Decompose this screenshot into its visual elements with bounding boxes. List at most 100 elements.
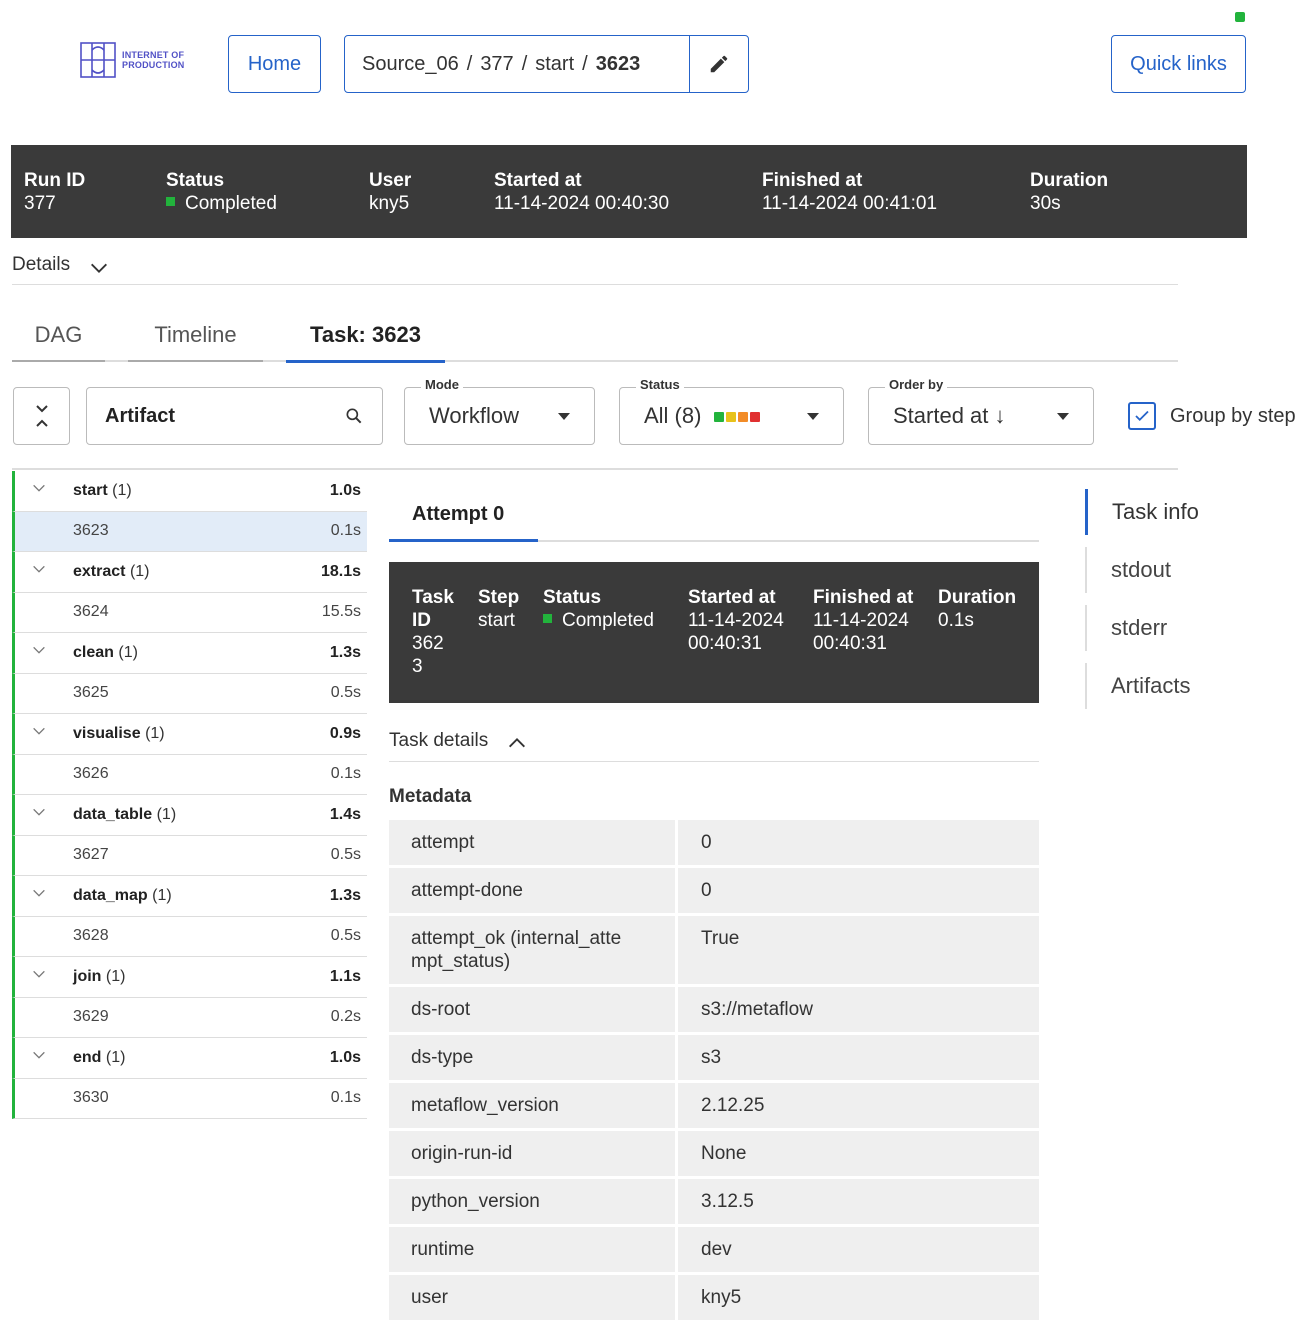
task-step-value: start	[478, 610, 515, 631]
step-row-join[interactable]: join (1) 1.1s	[12, 957, 367, 998]
task-duration: 0.1s	[330, 1089, 361, 1107]
attempt-tabs: Attempt 0	[389, 489, 1039, 542]
edit-breadcrumb-button[interactable]	[689, 36, 748, 92]
task-duration-field: Duration 0.1s	[938, 586, 1016, 632]
step-duration: 1.4s	[329, 805, 361, 823]
metadata-value: s3	[678, 1035, 1039, 1080]
step-row-start[interactable]: start (1) 1.0s	[12, 471, 367, 512]
chevron-down-icon[interactable]	[15, 804, 73, 825]
home-button[interactable]: Home	[228, 35, 321, 93]
quick-links-button[interactable]: Quick links	[1111, 35, 1246, 93]
status-dot-icon	[166, 197, 175, 207]
breadcrumb-flow[interactable]: Source_06	[362, 53, 459, 75]
tab-timeline[interactable]: Timeline	[128, 310, 263, 362]
step-row-data_table[interactable]: data_table (1) 1.4s	[12, 795, 367, 836]
metadata-row: origin-run-id None	[389, 1131, 1039, 1176]
view-tabs: DAG Timeline Task: 3623	[12, 310, 1178, 363]
tab-dag[interactable]: DAG	[12, 310, 105, 362]
tab-attempt-0[interactable]: Attempt 0	[389, 489, 538, 542]
task-row[interactable]: 3628 0.5s	[12, 916, 367, 957]
mode-select[interactable]: Mode Workflow	[404, 377, 595, 445]
task-duration-label: Duration	[938, 587, 1017, 608]
chevron-up-icon	[509, 738, 526, 748]
chevron-down-icon[interactable]	[15, 561, 73, 582]
order-by-label: Order by	[885, 377, 948, 392]
chevron-down-icon[interactable]	[15, 480, 73, 501]
breadcrumb-separator: /	[466, 52, 473, 75]
step-row-end[interactable]: end (1) 1.0s	[12, 1038, 367, 1079]
breadcrumb-step[interactable]: start	[535, 53, 574, 75]
status-select[interactable]: Status All (8)	[619, 377, 844, 445]
search-input[interactable]	[105, 404, 305, 428]
task-row[interactable]: 3627 0.5s	[12, 835, 367, 876]
task-id-value: 362 3	[412, 633, 444, 677]
search-icon[interactable]	[344, 406, 364, 426]
checkbox[interactable]	[1128, 402, 1156, 430]
chevron-down-icon[interactable]	[15, 1047, 73, 1068]
metadata-row: metaflow_version 2.12.25	[389, 1083, 1039, 1128]
step-duration: 18.1s	[320, 562, 361, 580]
order-by-select[interactable]: Order by Started at ↓	[868, 377, 1094, 445]
metadata-key: runtime	[389, 1227, 675, 1272]
step-duration: 1.3s	[329, 643, 361, 661]
metadata-key: ds-type	[389, 1035, 675, 1080]
step-name: join (1)	[73, 967, 126, 985]
metadata-value: 3.12.5	[678, 1179, 1039, 1224]
step-name: clean (1)	[73, 643, 138, 661]
status-color-dots	[713, 403, 762, 428]
task-row[interactable]: 3630 0.1s	[12, 1078, 367, 1119]
task-duration-value: 0.1s	[938, 610, 974, 631]
metadata-key: attempt	[389, 820, 675, 865]
connection-status-indicator	[1235, 12, 1245, 22]
step-name: data_table (1)	[73, 805, 177, 823]
chevron-down-icon[interactable]	[15, 966, 73, 987]
task-details-toggle[interactable]: Task details	[389, 730, 1039, 762]
collapse-all-button[interactable]	[13, 387, 70, 445]
nav-stderr[interactable]: stderr	[1085, 605, 1265, 651]
step-row-visualise[interactable]: visualise (1) 0.9s	[12, 714, 367, 755]
task-row[interactable]: 3624 15.5s	[12, 592, 367, 633]
run-id-label: Run ID	[24, 170, 86, 191]
task-row[interactable]: 3629 0.2s	[12, 997, 367, 1038]
chevron-down-icon[interactable]	[15, 642, 73, 663]
unfold-less-icon	[35, 405, 48, 427]
nav-stdout[interactable]: stdout	[1085, 547, 1265, 593]
metadata-key: python_version	[389, 1179, 675, 1224]
task-duration: 0.5s	[330, 927, 361, 945]
step-row-data_map[interactable]: data_map (1) 1.3s	[12, 876, 367, 917]
logo[interactable]: INTERNET OF PRODUCTION	[80, 42, 192, 78]
tab-task[interactable]: Task: 3623	[286, 310, 445, 363]
task-status-value: Completed	[543, 609, 654, 632]
metadata-table: attempt 0 attempt-done 0 attempt_ok (interna…	[389, 820, 1039, 1323]
metadata-value: True	[678, 916, 1039, 984]
task-row[interactable]: 3626 0.1s	[12, 754, 367, 795]
breadcrumb-run[interactable]: 377	[480, 53, 513, 75]
task-section-nav: Task info stdout stderr Artifacts	[1085, 489, 1265, 721]
task-row[interactable]: 3625 0.5s	[12, 673, 367, 714]
run-duration-label: Duration	[1030, 170, 1109, 191]
nav-artifacts[interactable]: Artifacts	[1085, 663, 1265, 709]
step-row-extract[interactable]: extract (1) 18.1s	[12, 552, 367, 593]
metadata-value: s3://metaflow	[678, 987, 1039, 1032]
task-row[interactable]: 3623 0.1s	[12, 511, 367, 552]
task-id: 3630	[73, 1089, 109, 1107]
step-duration: 1.1s	[329, 967, 361, 985]
details-toggle[interactable]: Details	[12, 254, 1178, 285]
chevron-down-icon[interactable]	[15, 885, 73, 906]
metadata-value: 0	[678, 820, 1039, 865]
group-by-step-checkbox[interactable]: Group by step	[1128, 402, 1296, 430]
task-duration: 0.5s	[330, 684, 361, 702]
step-row-clean[interactable]: clean (1) 1.3s	[12, 633, 367, 674]
task-step-field: Step start	[478, 586, 519, 632]
breadcrumb-path[interactable]: Source_06 / 377 / start / 3623	[345, 53, 689, 76]
run-id-field: Run ID 377	[24, 169, 85, 215]
run-user-label: User	[369, 170, 412, 191]
chevron-down-icon[interactable]	[15, 723, 73, 744]
metadata-row: attempt_ok (internal_atte mpt_status) Tru…	[389, 916, 1039, 984]
metadata-row: attempt 0	[389, 820, 1039, 865]
task-summary-bar: Task ID 362 3 Step start Status Complete…	[389, 562, 1039, 703]
nav-task-info[interactable]: Task info	[1085, 489, 1265, 535]
run-started-field: Started at 11-14-2024 00:40:30	[494, 169, 669, 215]
status-dot-running	[725, 412, 736, 423]
step-name: start (1)	[73, 481, 132, 499]
